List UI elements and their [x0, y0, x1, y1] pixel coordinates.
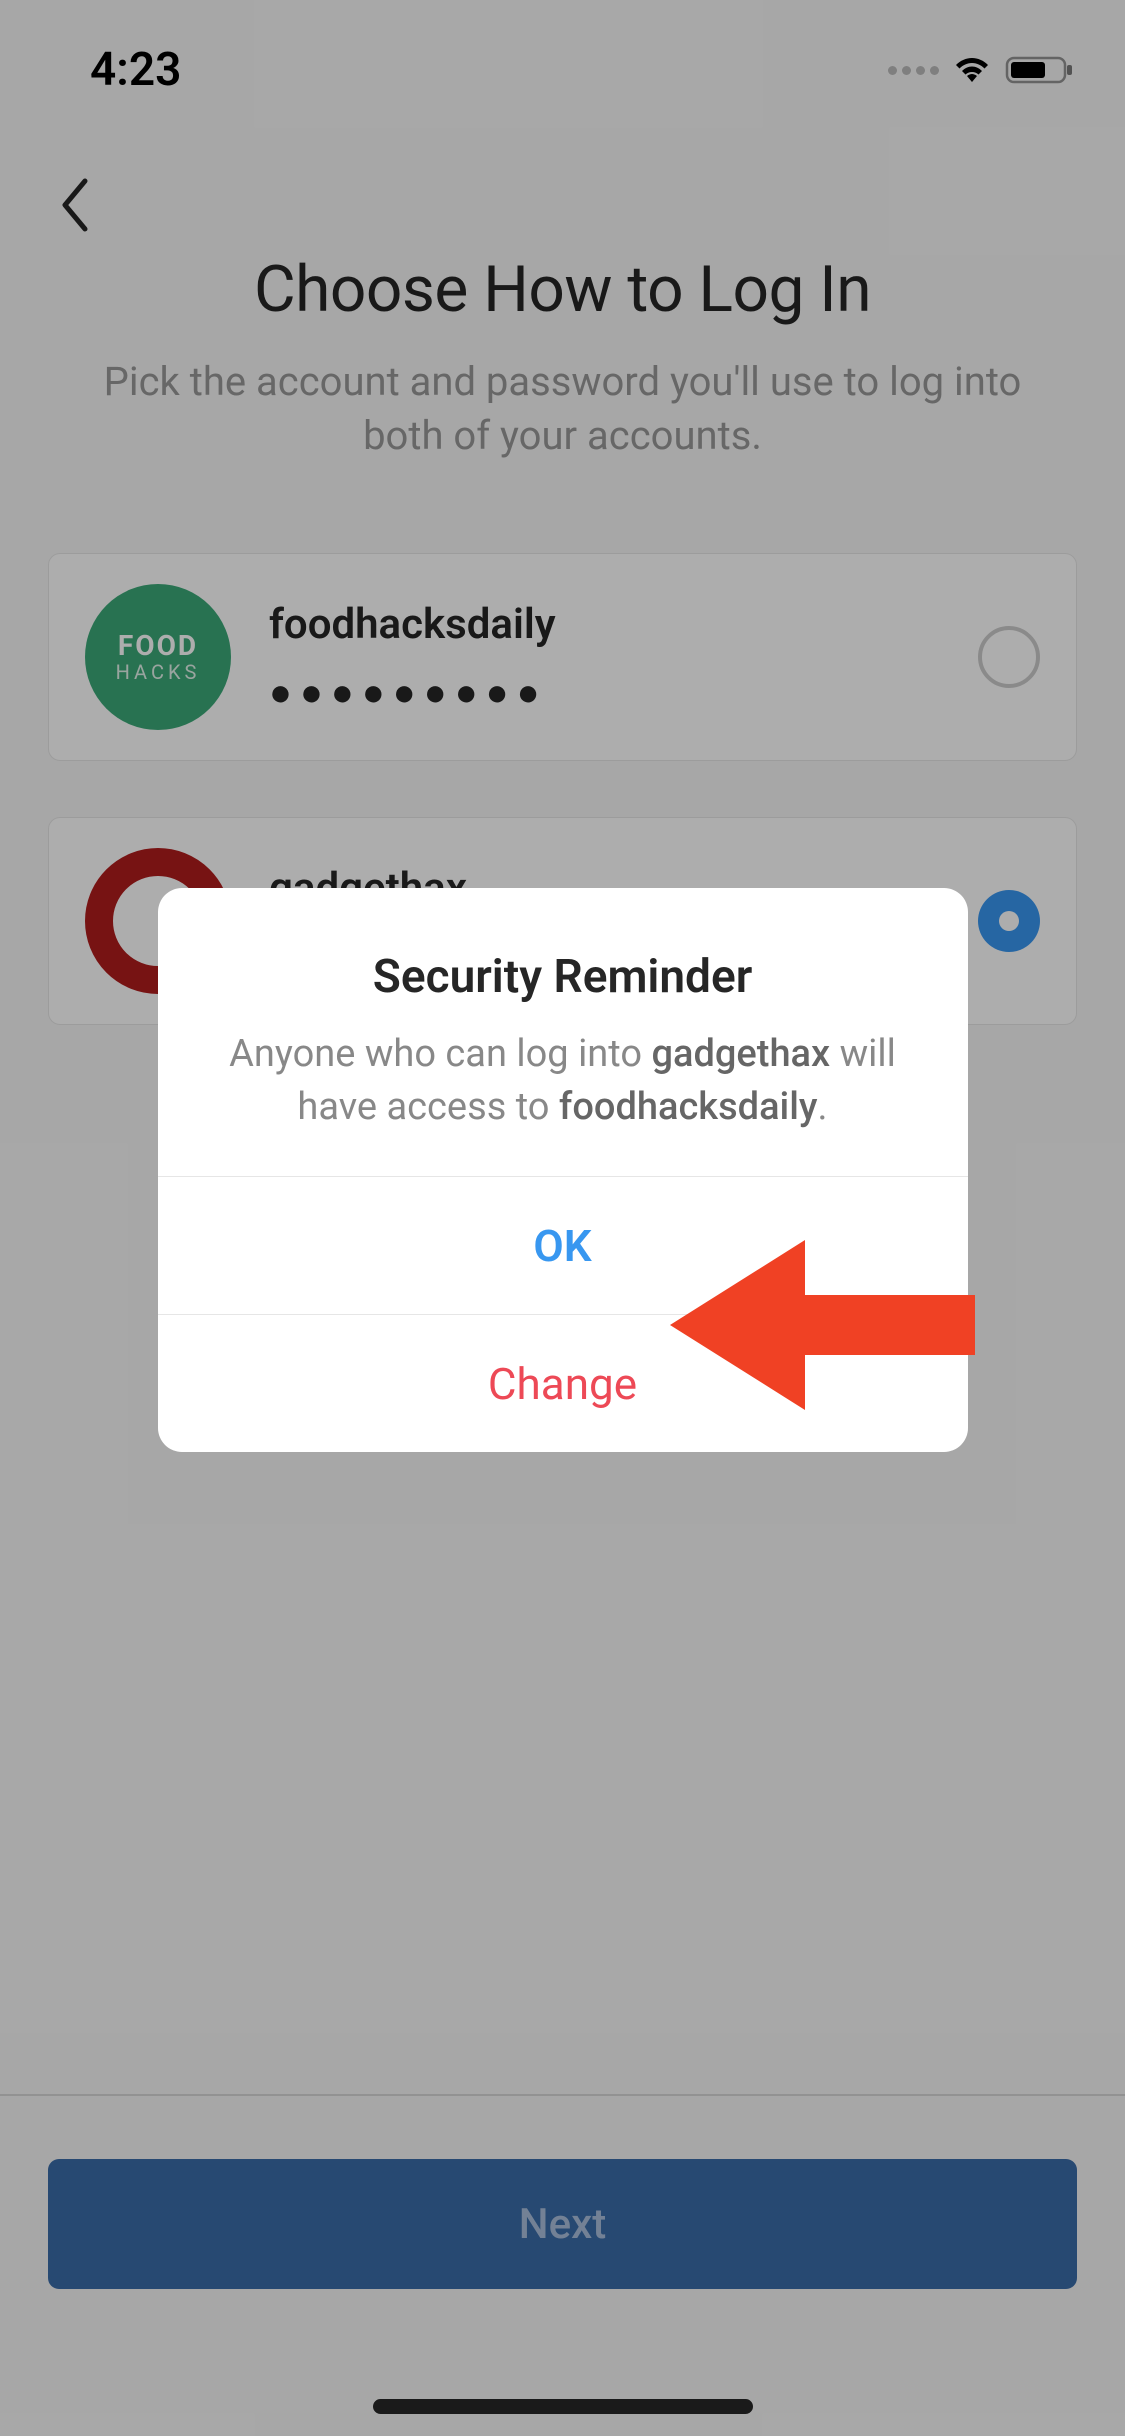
home-indicator[interactable] — [373, 2399, 753, 2414]
change-button-label: Change — [488, 1358, 637, 1410]
ok-button[interactable]: OK — [158, 1176, 968, 1314]
dialog-header: Security Reminder Anyone who can log int… — [158, 888, 968, 1176]
ok-button-label: OK — [533, 1220, 591, 1272]
screen: 4:23 — [0, 0, 1125, 2436]
dialog-title: Security Reminder — [206, 950, 920, 1004]
security-reminder-dialog: Security Reminder Anyone who can log int… — [158, 888, 968, 1452]
dialog-message: Anyone who can log into gadgethax will h… — [206, 1028, 920, 1134]
change-button[interactable]: Change — [158, 1314, 968, 1452]
